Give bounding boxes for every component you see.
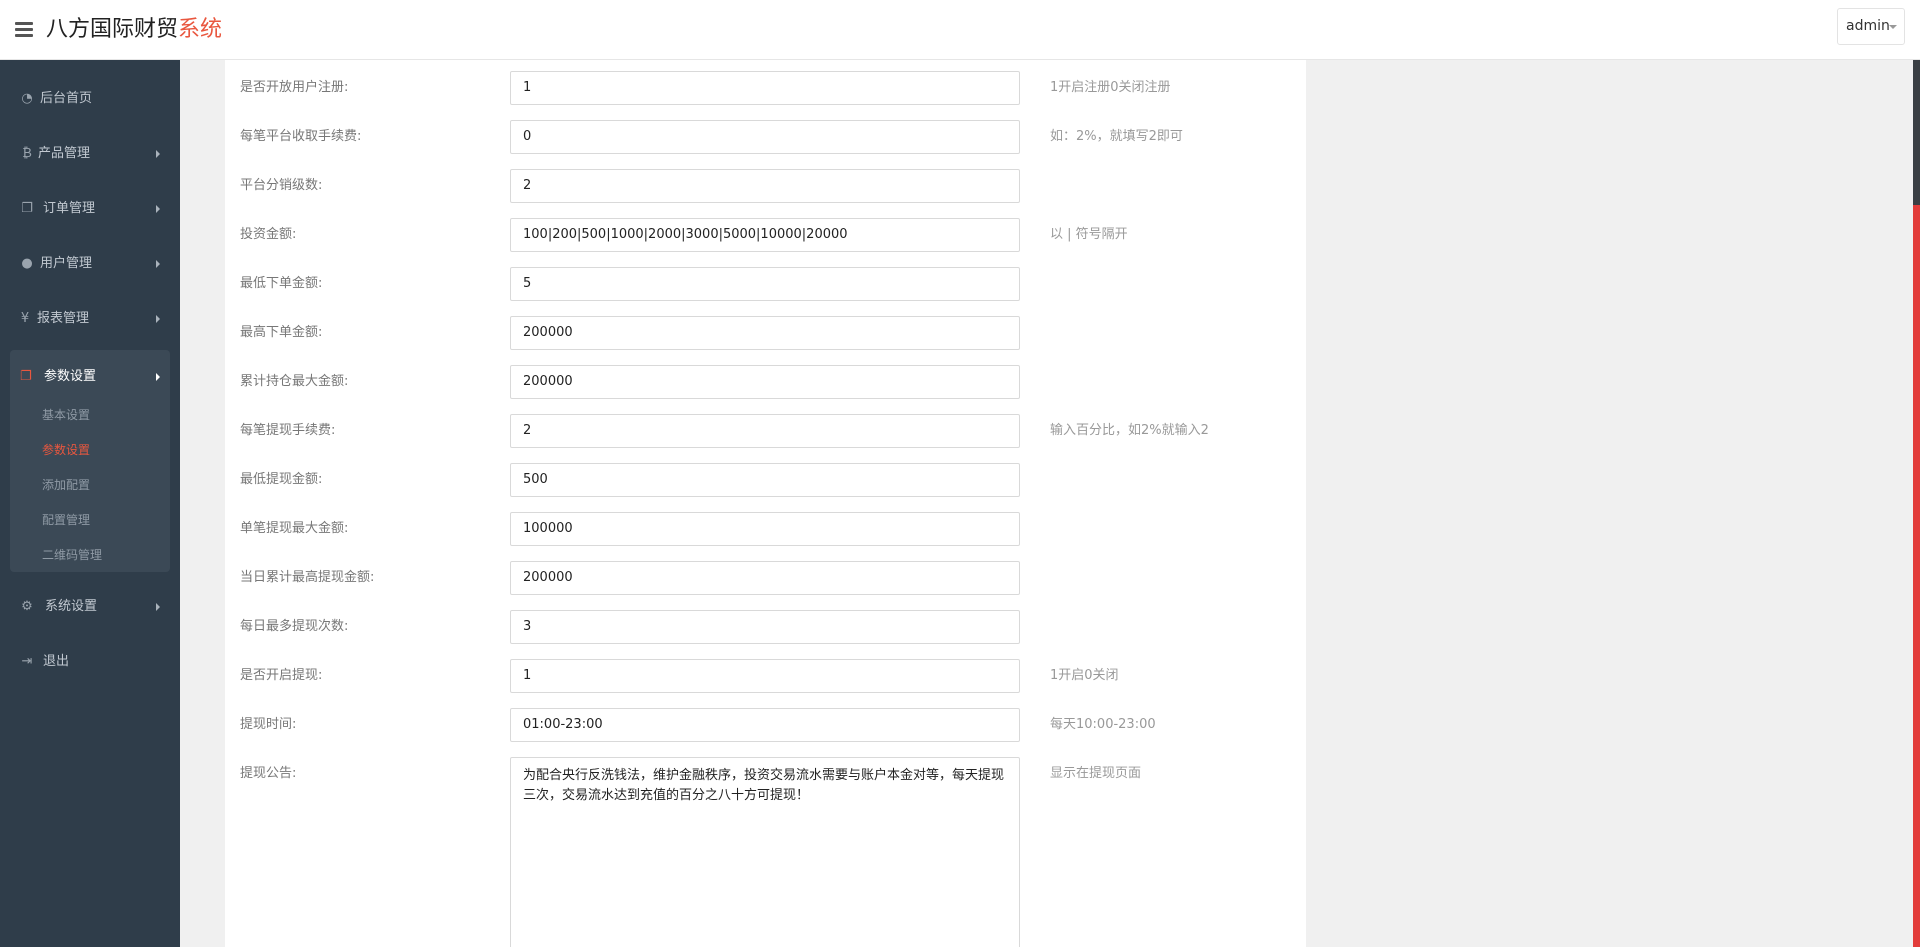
- investment-amounts-input[interactable]: 100|200|500|1000|2000|3000|5000|10000|20…: [510, 218, 1020, 252]
- yen-icon: ¥: [20, 311, 30, 326]
- scroll-thumb-top: [1913, 60, 1920, 205]
- form-row: 投资金额: 100|200|500|1000|2000|3000|5000|10…: [225, 218, 1306, 252]
- max-position-input[interactable]: 200000: [510, 365, 1020, 399]
- chevron-right-icon: [156, 260, 160, 268]
- sign-out-icon: ⇥: [21, 654, 33, 669]
- sidebar-item-system[interactable]: ⚙ 系统设置: [0, 580, 180, 635]
- menu-toggle-icon[interactable]: [15, 22, 33, 37]
- page-scrollbar[interactable]: [1913, 60, 1920, 947]
- sub-item-config-manage[interactable]: 配置管理: [42, 512, 90, 528]
- chevron-right-icon: [156, 603, 160, 611]
- copy-icon: ❐: [21, 201, 33, 216]
- daily-withdraw-count-input[interactable]: 3: [510, 610, 1020, 644]
- form-row: 累计持仓最大金额: 200000: [225, 365, 1306, 399]
- sidebar-item-orders[interactable]: ❐ 订单管理: [0, 182, 180, 237]
- register-open-input[interactable]: 1: [510, 71, 1020, 105]
- sub-item-qrcode-manage[interactable]: 二维码管理: [42, 547, 102, 563]
- chevron-right-icon: [156, 205, 160, 213]
- max-order-input[interactable]: 200000: [510, 316, 1020, 350]
- chevron-down-icon: [1889, 25, 1897, 29]
- chevron-right-icon: [156, 315, 160, 323]
- withdraw-enabled-input[interactable]: 1: [510, 659, 1020, 693]
- sub-item-add-config[interactable]: 添加配置: [42, 477, 90, 493]
- withdraw-fee-input[interactable]: 2: [510, 414, 1020, 448]
- chevron-right-icon: [156, 373, 160, 381]
- form-row: 是否开启提现: 1 1开启0关闭: [225, 659, 1306, 693]
- form-row: 最低提现金额: 500: [225, 463, 1306, 497]
- gears-icon: ⚙: [21, 599, 33, 614]
- user-icon: ●: [21, 256, 33, 271]
- user-dropdown[interactable]: admin: [1837, 8, 1905, 45]
- settings-form-panel: 是否开放用户注册: 1 1开启注册0关闭注册 每笔平台收取手续费: 0 如：2%…: [225, 60, 1306, 947]
- withdraw-notice-textarea[interactable]: 为配合央行反洗钱法，维护金融秩序，投资交易流水需要与账户本金对等，每天提现三次，…: [510, 757, 1020, 947]
- platform-fee-input[interactable]: 0: [510, 120, 1020, 154]
- form-row: 每日最多提现次数: 3: [225, 610, 1306, 644]
- sidebar-item-users[interactable]: ● 用户管理: [0, 237, 180, 292]
- min-order-input[interactable]: 5: [510, 267, 1020, 301]
- user-name: admin: [1846, 18, 1890, 34]
- form-row: 单笔提现最大金额: 100000: [225, 512, 1306, 546]
- form-row-notice: 提现公告: 为配合央行反洗钱法，维护金融秩序，投资交易流水需要与账户本金对等，每…: [225, 757, 1306, 947]
- form-row: 提现时间: 01:00-23:00 每天10:00-23:00: [225, 708, 1306, 742]
- distribution-levels-input[interactable]: 2: [510, 169, 1020, 203]
- chevron-right-icon: [156, 150, 160, 158]
- sidebar-item-params[interactable]: ❐ 参数设置: [10, 350, 170, 405]
- form-row: 是否开放用户注册: 1 1开启注册0关闭注册: [225, 71, 1306, 105]
- form-row: 每笔平台收取手续费: 0 如：2%，就填写2即可: [225, 120, 1306, 154]
- dashboard-icon: ◔: [21, 91, 33, 106]
- brand-title: 八方国际财贸系统: [46, 17, 223, 42]
- sidebar-group-params: ❐ 参数设置 基本设置 参数设置 添加配置 配置管理 二维码管理: [10, 350, 170, 572]
- sidebar-item-logout[interactable]: ⇥ 退出: [0, 635, 180, 690]
- form-row: 平台分销级数: 2: [225, 169, 1306, 203]
- form-row: 最高下单金额: 200000: [225, 316, 1306, 350]
- form-row: 每笔提现手续费: 2 输入百分比，如2%就输入2: [225, 414, 1306, 448]
- min-withdraw-input[interactable]: 500: [510, 463, 1020, 497]
- max-daily-withdraw-input[interactable]: 200000: [510, 561, 1020, 595]
- sub-item-basic-settings[interactable]: 基本设置: [42, 407, 90, 423]
- top-header: 八方国际财贸系统 admin: [0, 0, 1920, 60]
- sidebar-item-dashboard[interactable]: ◔ 后台首页: [0, 72, 180, 127]
- bitcoin-icon: ₿: [22, 146, 32, 161]
- form-row: 最低下单金额: 5: [225, 267, 1306, 301]
- sidebar: ◔ 后台首页 ₿ 产品管理 ❐ 订单管理 ● 用户管理 ¥ 报表管理 ❐ 参数设…: [0, 60, 180, 947]
- scroll-thumb[interactable]: [1913, 205, 1920, 947]
- max-single-withdraw-input[interactable]: 100000: [510, 512, 1020, 546]
- withdraw-time-input[interactable]: 01:00-23:00: [510, 708, 1020, 742]
- sidebar-item-reports[interactable]: ¥ 报表管理: [0, 292, 180, 347]
- copy-icon: ❐: [20, 369, 32, 384]
- form-row: 当日累计最高提现金额: 200000: [225, 561, 1306, 595]
- sub-item-param-settings[interactable]: 参数设置: [42, 442, 90, 458]
- sidebar-item-products[interactable]: ₿ 产品管理: [0, 127, 180, 182]
